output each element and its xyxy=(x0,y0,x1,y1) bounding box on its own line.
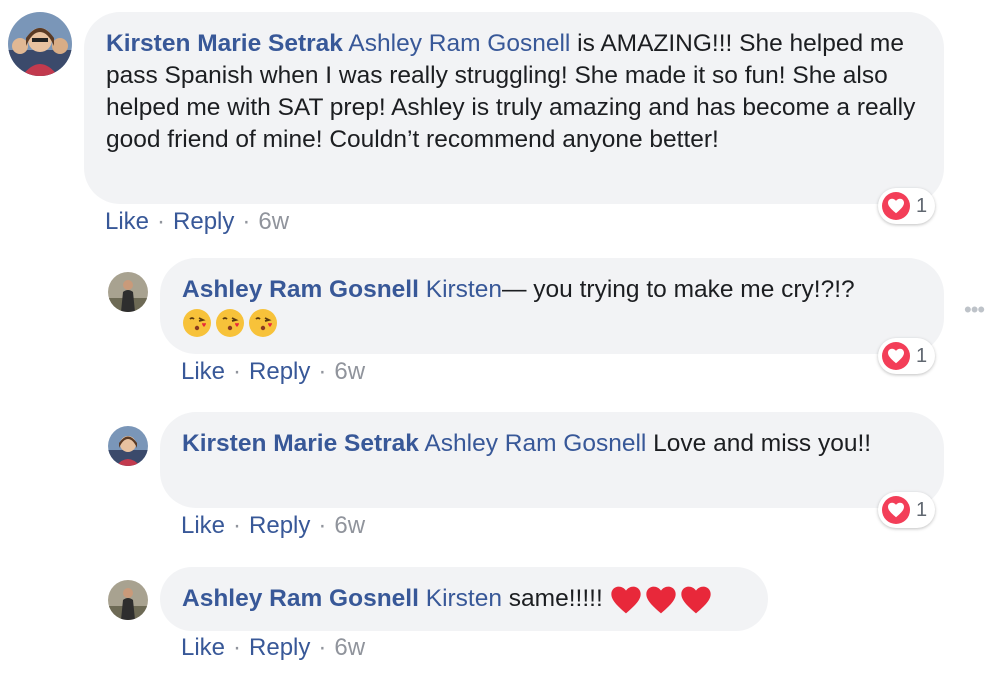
separator-dot: · xyxy=(233,358,242,385)
face-blowing-kiss-icon xyxy=(216,308,244,337)
love-reaction-icon xyxy=(882,192,910,220)
reply-link[interactable]: Reply xyxy=(249,512,310,539)
comment-author[interactable]: Kirsten Marie Setrak xyxy=(182,430,419,457)
comment-text: same!!!!! xyxy=(502,585,603,612)
comment-bubble-2: Ashley Ram Gosnell Kirsten— you trying t… xyxy=(160,258,944,354)
separator-dot: · xyxy=(318,358,327,385)
emoji-row xyxy=(182,308,281,337)
red-heart-icon xyxy=(645,586,676,613)
comment-age[interactable]: 6w xyxy=(334,634,365,661)
comment-bubble-1: Kirsten Marie Setrak Ashley Ram Gosnell … xyxy=(84,12,944,204)
reaction-summary[interactable]: 1 xyxy=(878,492,936,528)
comment-age[interactable]: 6w xyxy=(334,512,365,539)
avatar-ashley[interactable] xyxy=(108,272,148,312)
like-link[interactable]: Like xyxy=(181,634,225,661)
avatar-ashley[interactable] xyxy=(108,580,148,620)
comment-actions: Like · Reply · 6w xyxy=(181,358,365,386)
red-heart-icon xyxy=(680,586,711,613)
comment-author[interactable]: Ashley Ram Gosnell xyxy=(182,585,419,612)
reply-link[interactable]: Reply xyxy=(249,358,310,385)
reaction-count: 1 xyxy=(916,194,928,217)
comment-age[interactable]: 6w xyxy=(334,358,365,385)
comment-author[interactable]: Kirsten Marie Setrak xyxy=(106,30,343,57)
comment-mention[interactable]: Kirsten xyxy=(426,585,502,612)
comment-mention[interactable]: Ashley Ram Gosnell xyxy=(424,430,646,457)
comment-mention[interactable]: Ashley Ram Gosnell xyxy=(348,30,570,57)
emoji-row xyxy=(610,585,715,613)
love-reaction-icon xyxy=(882,496,910,524)
red-heart-icon xyxy=(610,586,641,613)
separator-dot: · xyxy=(318,634,327,661)
separator-dot: · xyxy=(157,208,166,235)
reply-link[interactable]: Reply xyxy=(173,208,234,235)
avatar-kirsten[interactable] xyxy=(108,426,148,466)
comment-bubble-3: Kirsten Marie Setrak Ashley Ram Gosnell … xyxy=(160,412,944,508)
face-blowing-kiss-icon xyxy=(183,308,211,337)
separator-dot: · xyxy=(233,634,242,661)
comment-age[interactable]: 6w xyxy=(258,208,289,235)
like-link[interactable]: Like xyxy=(181,512,225,539)
avatar-kirsten[interactable] xyxy=(8,12,72,76)
separator-dot: · xyxy=(233,512,242,539)
comment-mention[interactable]: Kirsten xyxy=(426,276,502,303)
reaction-count: 1 xyxy=(916,498,928,521)
like-link[interactable]: Like xyxy=(181,358,225,385)
like-link[interactable]: Like xyxy=(105,208,149,235)
reaction-count: 1 xyxy=(916,344,928,367)
comment-text: Love and miss you!! xyxy=(646,430,872,457)
face-blowing-kiss-icon xyxy=(249,308,277,337)
comment-bubble-4: Ashley Ram Gosnell Kirsten same!!!!! xyxy=(160,567,768,631)
separator-dot: · xyxy=(242,208,251,235)
reaction-summary[interactable]: 1 xyxy=(878,188,936,224)
comment-text: — you trying to make me cry!?!? xyxy=(502,276,855,303)
more-options-icon[interactable]: ••• xyxy=(964,299,985,321)
comment-actions: Like · Reply · 6w xyxy=(105,208,289,236)
separator-dot: · xyxy=(318,512,327,539)
comment-actions: Like · Reply · 6w xyxy=(181,634,365,662)
comment-actions: Like · Reply · 6w xyxy=(181,512,365,540)
reaction-summary[interactable]: 1 xyxy=(878,338,936,374)
comment-author[interactable]: Ashley Ram Gosnell xyxy=(182,276,419,303)
reply-link[interactable]: Reply xyxy=(249,634,310,661)
love-reaction-icon xyxy=(882,342,910,370)
